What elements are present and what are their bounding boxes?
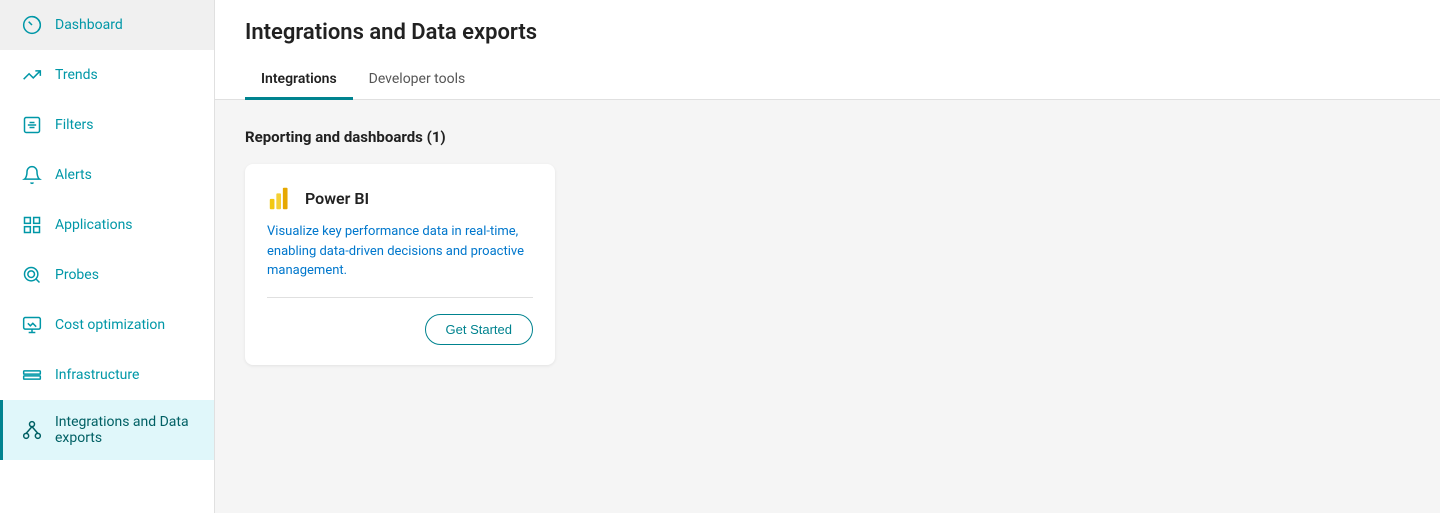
sidebar-item-probes-label: Probes — [55, 267, 99, 283]
content-area: Reporting and dashboards (1) Power BI Vi… — [215, 100, 1440, 393]
sidebar-item-applications[interactable]: Applications — [0, 200, 214, 250]
alerts-icon — [21, 164, 43, 186]
integrations-icon — [21, 419, 43, 441]
trends-icon — [21, 64, 43, 86]
sidebar-item-integrations-label: Integrations and Data exports — [55, 414, 196, 446]
dashboard-icon — [21, 14, 43, 36]
sidebar-item-trends-label: Trends — [55, 67, 98, 83]
sidebar-item-infrastructure[interactable]: Infrastructure — [0, 350, 214, 400]
card-description: Visualize key performance data in real-t… — [267, 222, 533, 281]
applications-icon — [21, 214, 43, 236]
main-content: Integrations and Data exports Integratio… — [215, 0, 1440, 513]
filters-icon — [21, 114, 43, 136]
probes-icon — [21, 264, 43, 286]
sidebar-item-alerts-label: Alerts — [55, 167, 92, 183]
power-bi-card: Power BI Visualize key performance data … — [245, 164, 555, 365]
section-title: Reporting and dashboards (1) — [245, 128, 1410, 146]
card-header: Power BI — [267, 184, 533, 212]
sidebar-item-filters-label: Filters — [55, 117, 94, 133]
get-started-button[interactable]: Get Started — [425, 314, 533, 345]
sidebar-item-dashboard-label: Dashboard — [55, 17, 123, 33]
sidebar-item-probes[interactable]: Probes — [0, 250, 214, 300]
sidebar-item-infrastructure-label: Infrastructure — [55, 367, 139, 383]
page-title: Integrations and Data exports — [245, 20, 1410, 45]
sidebar-item-dashboard[interactable]: Dashboard — [0, 0, 214, 50]
card-title: Power BI — [305, 189, 369, 208]
tab-developer-tools[interactable]: Developer tools — [353, 61, 482, 100]
power-bi-logo-icon — [267, 184, 295, 212]
sidebar-item-alerts[interactable]: Alerts — [0, 150, 214, 200]
sidebar: Dashboard Trends Filters Alerts — [0, 0, 215, 513]
sidebar-item-filters[interactable]: Filters — [0, 100, 214, 150]
cost-optimization-icon — [21, 314, 43, 336]
sidebar-item-integrations[interactable]: Integrations and Data exports — [0, 400, 214, 460]
infrastructure-icon — [21, 364, 43, 386]
tabs: Integrations Developer tools — [245, 61, 1410, 99]
sidebar-item-applications-label: Applications — [55, 217, 133, 233]
sidebar-item-cost-optimization[interactable]: Cost optimization — [0, 300, 214, 350]
card-footer: Get Started — [267, 314, 533, 345]
sidebar-item-cost-optimization-label: Cost optimization — [55, 317, 165, 333]
sidebar-item-trends[interactable]: Trends — [0, 50, 214, 100]
tab-integrations[interactable]: Integrations — [245, 61, 353, 100]
card-divider — [267, 297, 533, 298]
page-header: Integrations and Data exports Integratio… — [215, 0, 1440, 100]
